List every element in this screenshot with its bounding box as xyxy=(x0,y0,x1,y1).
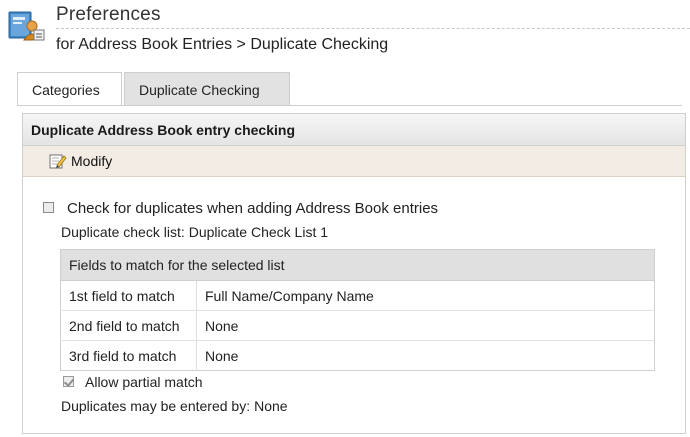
table-row: 1st field to match Full Name/Company Nam… xyxy=(60,280,655,311)
field-label: 2nd field to match xyxy=(60,310,197,341)
tab-categories-label: Categories xyxy=(32,81,100,98)
tab-duplicate-checking[interactable]: Duplicate Checking xyxy=(124,72,290,106)
duplicate-checking-panel: Duplicate Address Book entry checking Mo… xyxy=(22,113,686,434)
fields-to-match-table: Fields to match for the selected list 1s… xyxy=(60,249,655,371)
duplicates-entered-by-value: None xyxy=(254,398,288,414)
page-title: Preferences xyxy=(56,4,161,25)
panel-title: Duplicate Address Book entry checking xyxy=(23,114,685,146)
page-subtitle: for Address Book Entries > Duplicate Che… xyxy=(56,36,389,53)
header-divider xyxy=(56,28,690,29)
tab-divider xyxy=(17,105,682,106)
field-value: None xyxy=(196,310,655,341)
field-value: None xyxy=(196,340,655,371)
check-duplicates-checkbox[interactable] xyxy=(43,202,54,213)
edit-icon xyxy=(49,154,67,169)
field-value: Full Name/Company Name xyxy=(205,287,374,304)
panel-toolbar: Modify xyxy=(23,146,685,177)
partial-match-row: Allow partial match xyxy=(63,374,203,390)
table-row: 2nd field to match None xyxy=(60,310,655,341)
duplicates-entered-by-label: Duplicates may be entered by: xyxy=(61,398,251,414)
fields-table-header: Fields to match for the selected list xyxy=(60,249,655,281)
duplicates-entered-by-row: Duplicates may be entered by: None xyxy=(61,398,288,414)
address-book-preferences-icon xyxy=(7,8,47,42)
duplicate-check-list-row: Duplicate check list: Duplicate Check Lis… xyxy=(61,224,328,240)
tab-duplicate-checking-label: Duplicate Checking xyxy=(139,81,260,98)
check-duplicates-label: Check for duplicates when adding Address… xyxy=(67,200,439,217)
field-label: 1st field to match xyxy=(60,280,197,311)
duplicate-check-list-value: Duplicate Check List 1 xyxy=(188,224,329,240)
modify-button[interactable]: Modify xyxy=(49,153,112,169)
partial-match-checkbox[interactable] xyxy=(63,375,74,387)
check-duplicates-row: Check for duplicates when adding Address… xyxy=(43,200,438,217)
partial-match-label: Allow partial match xyxy=(85,374,203,390)
field-label: 3rd field to match xyxy=(60,340,197,371)
duplicate-check-list-label: Duplicate check list: xyxy=(61,224,185,240)
modify-button-label: Modify xyxy=(71,153,113,169)
tab-categories[interactable]: Categories xyxy=(17,72,122,106)
table-row: 3rd field to match None xyxy=(60,340,655,371)
tab-bar: Categories Duplicate Checking xyxy=(17,72,292,106)
